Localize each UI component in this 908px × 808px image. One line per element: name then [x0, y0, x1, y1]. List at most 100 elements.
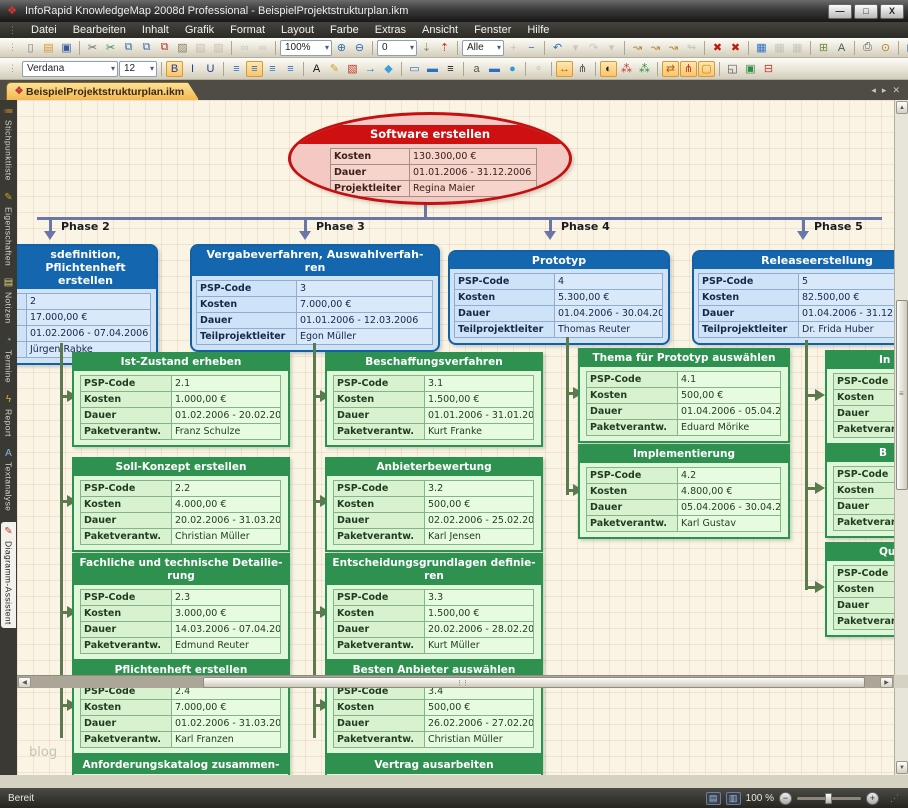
- cut-icon[interactable]: ✂: [84, 40, 101, 56]
- insert-image-icon[interactable]: ▣: [742, 61, 759, 77]
- italic-icon[interactable]: I: [184, 61, 201, 77]
- menu-grafik[interactable]: Grafik: [177, 23, 222, 37]
- phase-box-4[interactable]: Prototyp PSP-Code4Kosten5.300,00 €Dauer0…: [448, 250, 670, 345]
- paste-icon[interactable]: ▨: [174, 40, 191, 56]
- zoom-in-icon[interactable]: ⊕: [333, 40, 350, 56]
- filter-combo[interactable]: Alle▾: [462, 40, 504, 56]
- zoom-slider[interactable]: [797, 797, 861, 800]
- work-package-box[interactable]: Anforderungskatalog zusammen-: [72, 755, 290, 775]
- work-package-box[interactable]: Implementierung PSP-Code4.2Kosten4.800,0…: [578, 444, 790, 539]
- zoom-in-button[interactable]: +: [866, 792, 879, 805]
- new-document-icon[interactable]: ▯: [22, 40, 39, 56]
- level-up-icon[interactable]: ⇡: [436, 40, 453, 56]
- sidebar-item-textanalyse[interactable]: A Textanalyse: [1, 446, 16, 511]
- vertical-scroll-thumb[interactable]: [896, 300, 908, 490]
- zoom-out-icon[interactable]: ⊖: [351, 40, 368, 56]
- sidebar-item-stichpunktliste[interactable]: ≔ Stichpunktliste: [1, 104, 16, 181]
- work-package-box[interactable]: B PSP-CodeKostenDauerPaketverantw.: [825, 443, 894, 538]
- collapse-minus-icon[interactable]: −: [523, 40, 540, 56]
- copy-special-icon[interactable]: ⧉: [138, 40, 155, 56]
- contrast-icon[interactable]: ◐: [600, 61, 617, 77]
- fit-width-icon[interactable]: ↔: [556, 61, 573, 77]
- work-package-box[interactable]: Beschaffungsverfahren PSP-Code3.1Kosten1…: [325, 352, 543, 447]
- menu-fenster[interactable]: Fenster: [466, 23, 519, 37]
- connector-curve-2-icon[interactable]: ↝: [665, 40, 682, 56]
- insert-map-icon[interactable]: ▦: [753, 40, 770, 56]
- align-center-icon[interactable]: ≡: [246, 61, 263, 77]
- save-icon[interactable]: ▣: [58, 40, 75, 56]
- scroll-right-icon[interactable]: ▶: [880, 677, 893, 688]
- open-folder-icon[interactable]: ▤: [40, 40, 57, 56]
- font-color-icon[interactable]: A: [308, 61, 325, 77]
- connector-line-icon[interactable]: ↝: [629, 40, 646, 56]
- undo-icon[interactable]: ↶: [549, 40, 566, 56]
- work-package-box[interactable]: Anbieterbewertung PSP-Code3.2Kosten500,0…: [325, 457, 543, 552]
- tab-next-icon[interactable]: ▸: [882, 85, 887, 96]
- work-package-box[interactable]: Entscheidungsgrundlagen definie- ren PSP…: [325, 553, 543, 661]
- menu-bearbeiten[interactable]: Bearbeiten: [65, 23, 134, 37]
- view-normal-icon[interactable]: ▤: [706, 792, 721, 805]
- line-style-icon[interactable]: ▬: [424, 61, 441, 77]
- sidebar-item-diagramm-assistent[interactable]: ✎ Diagramm-Assistent: [1, 522, 16, 628]
- phase-box-2[interactable]: sdefinition, Pflichtenheft erstellen PSP…: [17, 244, 158, 365]
- tree-layout-icon[interactable]: ⋔: [574, 61, 591, 77]
- sidebar-item-eigenschaften[interactable]: ✎ Eigenschaften: [1, 191, 16, 266]
- work-package-box[interactable]: Qu PSP-CodeKostenDauerPaketverantw.: [825, 542, 894, 637]
- tab-prev-icon[interactable]: ◂: [871, 85, 876, 96]
- resize-grip[interactable]: ⋰: [890, 793, 900, 804]
- work-package-box[interactable]: In PSP-CodeKostenDauerPaketverantw.: [825, 350, 894, 445]
- label-icon[interactable]: a: [468, 61, 485, 77]
- scroll-up-icon[interactable]: ▲: [896, 101, 908, 114]
- phase-box-5[interactable]: Releaseerstellung PSP-Code5Kosten82.500,…: [692, 250, 894, 345]
- highlight-pen-icon[interactable]: ✎: [326, 61, 343, 77]
- node-shape-icon[interactable]: ▭: [406, 61, 423, 77]
- align-justify-icon[interactable]: ≡: [282, 61, 299, 77]
- swap-branches-icon[interactable]: ⇄: [662, 61, 679, 77]
- menu-farbe[interactable]: Farbe: [322, 23, 367, 37]
- scatter-colors-icon[interactable]: ⁂: [618, 61, 635, 77]
- menu-extras[interactable]: Extras: [367, 23, 414, 37]
- work-package-box[interactable]: Soll-Konzept erstellen PSP-Code2.2Kosten…: [72, 457, 290, 552]
- phase-box-3[interactable]: Vergabeverfahren, Auswahlverfah- ren PSP…: [190, 244, 440, 352]
- work-package-box[interactable]: Thema für Prototyp auswählen PSP-Code4.1…: [578, 348, 790, 443]
- node-colors-icon[interactable]: ⁂: [636, 61, 653, 77]
- tree-structure-icon[interactable]: ⋔: [680, 61, 697, 77]
- align-right-icon[interactable]: ≡: [264, 61, 281, 77]
- menu-datei[interactable]: Datei: [23, 23, 65, 37]
- root-node[interactable]: Software erstellen Kosten130.300,00 €Dau…: [288, 112, 572, 205]
- delete-branch-icon[interactable]: ✖: [727, 40, 744, 56]
- fit-page-icon[interactable]: ◱: [724, 61, 741, 77]
- horizontal-scroll-thumb[interactable]: [203, 677, 865, 688]
- scroll-down-icon[interactable]: ▼: [896, 761, 908, 774]
- copy-icon[interactable]: ⧉: [120, 40, 137, 56]
- vertical-scrollbar[interactable]: ▲ ▼: [894, 100, 908, 775]
- menu-format[interactable]: Format: [222, 23, 273, 37]
- underline-icon[interactable]: U: [202, 61, 219, 77]
- view-fullscreen-icon[interactable]: ▥: [726, 792, 741, 805]
- zoom-combo[interactable]: 100%▾: [280, 40, 332, 56]
- minimize-button[interactable]: —: [828, 4, 852, 19]
- horizontal-scrollbar[interactable]: ◀ ▶: [17, 675, 894, 688]
- fill-color-icon[interactable]: ◆: [380, 61, 397, 77]
- presentation-icon[interactable]: ▢: [903, 40, 908, 56]
- scroll-left-icon[interactable]: ◀: [18, 677, 31, 688]
- work-package-box[interactable]: Ist-Zustand erheben PSP-Code2.1Kosten1.0…: [72, 352, 290, 447]
- close-button[interactable]: X: [880, 4, 904, 19]
- print-icon[interactable]: ⎙: [859, 40, 876, 56]
- work-package-box[interactable]: Vertrag ausarbeiten: [325, 755, 543, 775]
- panel-icon[interactable]: ▬: [486, 61, 503, 77]
- font-combo[interactable]: Verdana▾: [22, 61, 118, 77]
- bold-icon[interactable]: B: [166, 61, 183, 77]
- border-color-icon[interactable]: ▧: [344, 61, 361, 77]
- tab-close-icon[interactable]: ✕: [892, 85, 900, 96]
- drop-shadow-icon[interactable]: ●: [504, 61, 521, 77]
- maximize-button[interactable]: □: [854, 4, 878, 19]
- menu-ansicht[interactable]: Ansicht: [414, 23, 466, 37]
- delete-item-icon[interactable]: ✖: [709, 40, 726, 56]
- line-width-icon[interactable]: ≡: [442, 61, 459, 77]
- align-left-icon[interactable]: ≡: [228, 61, 245, 77]
- arrow-style-icon[interactable]: →: [362, 61, 379, 77]
- diagram-canvas[interactable]: Phase 2 Phase 3 Phase 4 Phase 5 Software…: [17, 100, 894, 775]
- font-size-combo[interactable]: 12▾: [119, 61, 157, 77]
- expand-tree-icon[interactable]: ⊞: [815, 40, 832, 56]
